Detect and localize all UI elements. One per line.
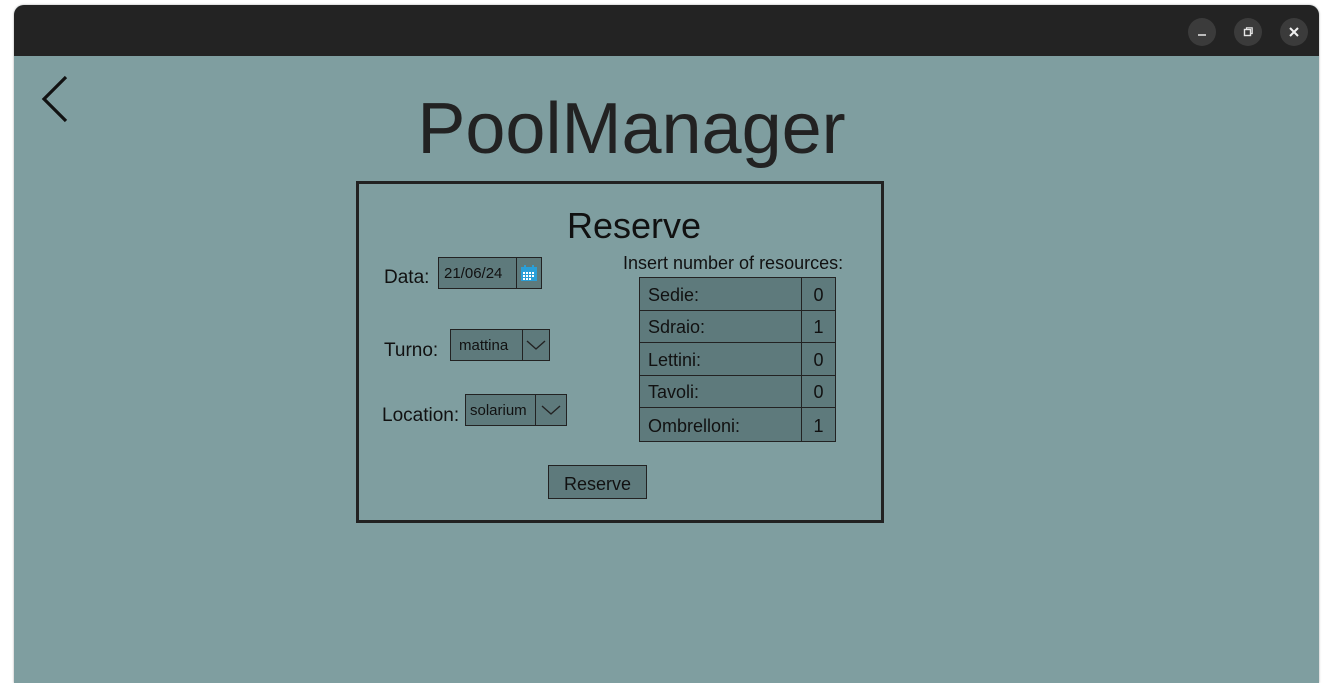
resources-table: Sedie: 0 Sdraio: 1 Lettini: 0 Tavoli: 0 … <box>639 277 836 442</box>
reserve-button[interactable]: Reserve <box>548 465 647 499</box>
resource-name: Ombrelloni: <box>640 408 802 441</box>
resource-quantity-input[interactable]: 0 <box>802 278 835 310</box>
date-label: Data: <box>384 267 430 288</box>
location-dropdown-button[interactable] <box>535 395 566 425</box>
resource-quantity-input[interactable]: 1 <box>802 311 835 343</box>
location-select[interactable]: solarium <box>465 394 567 426</box>
shift-value: mattina <box>459 336 509 354</box>
reserve-panel: Reserve Data: 21/06/24 Turno: mattina Lo… <box>356 181 884 523</box>
panel-title: Reserve <box>566 205 702 246</box>
resource-quantity-input[interactable]: 0 <box>802 343 835 375</box>
restore-button[interactable] <box>1234 18 1262 46</box>
resource-row: Sedie: 0 <box>640 278 835 311</box>
close-button[interactable] <box>1280 18 1308 46</box>
chevron-down-icon <box>541 405 561 415</box>
close-icon <box>1289 27 1299 37</box>
resource-name: Sdraio: <box>640 310 802 343</box>
minimize-icon <box>1198 34 1206 36</box>
minimize-button[interactable] <box>1188 18 1216 46</box>
restore-icon <box>1243 27 1253 37</box>
location-label: Location: <box>382 405 460 426</box>
resource-quantity-input[interactable]: 0 <box>802 376 835 408</box>
calendar-icon <box>520 265 537 281</box>
date-picker-button[interactable] <box>515 258 541 288</box>
resource-name: Sedie: <box>640 278 802 310</box>
date-value: 21/06/24 <box>444 264 503 282</box>
resource-name: Lettini: <box>640 343 802 375</box>
app-title: PoolManager <box>417 89 846 169</box>
chevron-down-icon <box>526 340 546 350</box>
title-bar <box>14 5 1319 56</box>
resources-label: Insert number of resources: <box>623 253 844 273</box>
resource-row: Lettini: 0 <box>640 343 835 376</box>
resource-row: Tavoli: 0 <box>640 375 835 409</box>
shift-label: Turno: <box>384 340 439 361</box>
date-picker[interactable]: 21/06/24 <box>438 257 542 289</box>
resource-row: Ombrelloni: 1 <box>640 408 835 441</box>
app-window: PoolManager Reserve Data: 21/06/24 Turno <box>14 5 1319 683</box>
location-value: solarium <box>470 401 527 419</box>
shift-dropdown-button[interactable] <box>521 330 549 360</box>
resource-quantity-input[interactable]: 1 <box>802 408 835 441</box>
resource-name: Tavoli: <box>640 375 802 408</box>
shift-select[interactable]: mattina <box>450 329 550 361</box>
resource-row: Sdraio: 1 <box>640 310 835 344</box>
